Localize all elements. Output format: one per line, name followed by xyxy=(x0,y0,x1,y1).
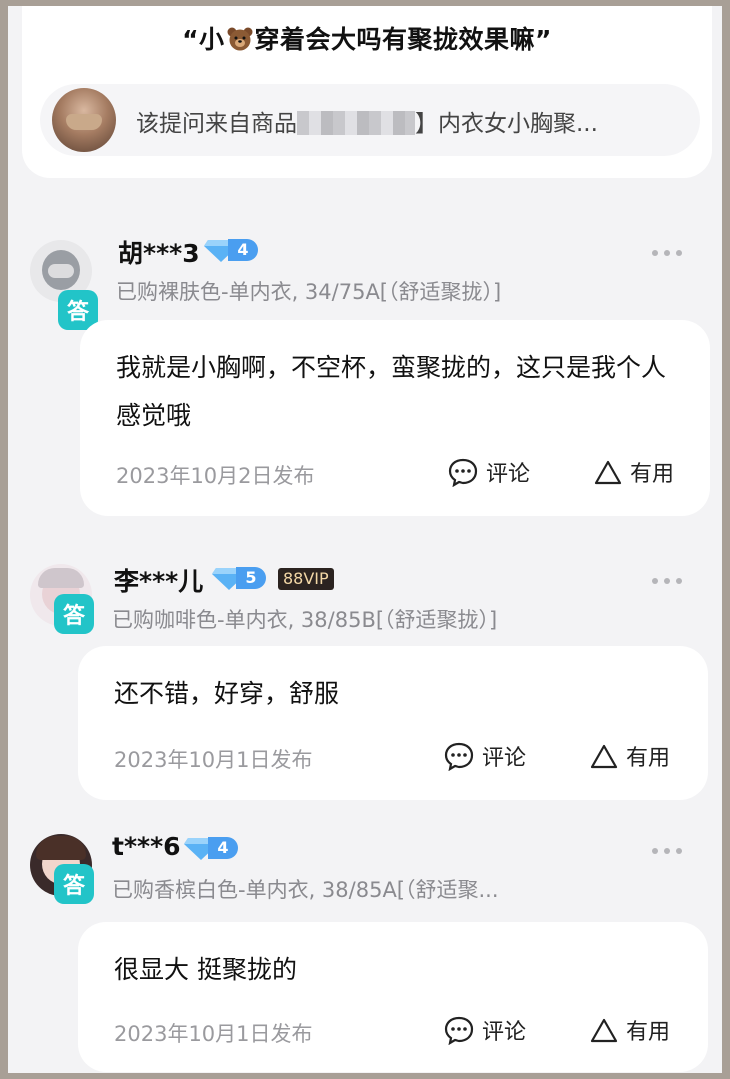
bear-face-icon xyxy=(227,27,252,51)
post-date: 2023年10月1日发布 xyxy=(114,748,313,772)
comment-button[interactable]: 评论 xyxy=(444,1014,526,1046)
comment-icon xyxy=(448,458,478,488)
more-options-icon[interactable] xyxy=(652,848,684,856)
purchase-info: 已购咖啡色-单内衣, 38/85B[（舒适聚拢）] xyxy=(112,608,498,632)
comment-label: 评论 xyxy=(482,1020,527,1045)
useful-label: 有用 xyxy=(626,746,671,771)
answer-text: 我就是小胸啊，不空杯，蛮聚拢的，这只是我个人感觉哦 xyxy=(116,353,667,430)
triangle-icon xyxy=(594,460,622,485)
question-card: “小 穿着会大吗有聚拢效果嘛” 该提问来自商品 】内衣女小胸聚... xyxy=(22,6,712,178)
purchase-info: 已购香槟白色-单内衣, 38/85A[（舒适聚... xyxy=(112,878,499,902)
more-options-icon[interactable] xyxy=(652,578,684,586)
level-number: 4 xyxy=(228,239,258,261)
username[interactable]: 李***儿 xyxy=(114,562,203,598)
blurred-product-name xyxy=(297,111,415,135)
question-title-prefix: “小 xyxy=(182,25,225,54)
answer-text: 还不错，好穿，舒服 xyxy=(114,679,340,708)
answer-badge: 答 xyxy=(54,864,94,904)
comment-icon xyxy=(444,1016,474,1046)
source-prefix: 该提问来自商品 xyxy=(136,111,297,137)
level-badge: 5 xyxy=(212,566,268,590)
comment-icon xyxy=(444,742,474,772)
useful-label: 有用 xyxy=(626,1020,671,1045)
product-source-link[interactable]: 该提问来自商品 】内衣女小胸聚... xyxy=(40,84,700,156)
username[interactable]: 胡***3 xyxy=(118,234,200,270)
question-title-suffix: 穿着会大吗有聚拢效果嘛” xyxy=(254,25,552,54)
more-options-icon[interactable] xyxy=(652,250,684,258)
answer-bubble: 还不错，好穿，舒服 2023年10月1日发布 评论 有用 xyxy=(78,646,708,800)
triangle-icon xyxy=(590,1018,618,1043)
source-suffix: 】内衣女小胸聚... xyxy=(415,111,598,137)
answer-text: 很显大 挺聚拢的 xyxy=(114,955,297,984)
answer-bubble: 很显大 挺聚拢的 2023年10月1日发布 评论 有用 xyxy=(78,922,708,1072)
product-source-text: 该提问来自商品 】内衣女小胸聚... xyxy=(136,104,598,138)
level-number: 5 xyxy=(236,567,266,589)
answers-list: 答 胡***3 4 已购裸肤色-单内衣, 34/75A[（舒适聚拢）] 我就是小… xyxy=(8,206,722,1073)
level-badge: 4 xyxy=(184,836,240,860)
useful-button[interactable]: 有用 xyxy=(594,456,674,488)
answer-bubble: 我就是小胸啊，不空杯，蛮聚拢的，这只是我个人感觉哦 2023年10月2日发布 评… xyxy=(80,320,710,516)
triangle-icon xyxy=(590,744,618,769)
level-number: 4 xyxy=(208,837,238,859)
question-title: “小 穿着会大吗有聚拢效果嘛” xyxy=(22,20,712,56)
post-date: 2023年10月1日发布 xyxy=(114,1022,313,1046)
purchase-info: 已购裸肤色-单内衣, 34/75A[（舒适聚拢）] xyxy=(116,280,502,304)
comment-button[interactable]: 评论 xyxy=(448,456,530,488)
post-date: 2023年10月2日发布 xyxy=(116,464,315,488)
screen-frame: “小 穿着会大吗有聚拢效果嘛” 该提问来自商品 】内衣女小胸聚... 答 胡***3… xyxy=(8,6,722,1073)
username[interactable]: t***6 xyxy=(112,832,181,861)
comment-button[interactable]: 评论 xyxy=(444,740,526,772)
useful-label: 有用 xyxy=(630,462,675,487)
vip-badge: 88VIP xyxy=(278,568,334,590)
product-thumbnail xyxy=(52,88,116,152)
useful-button[interactable]: 有用 xyxy=(590,1014,670,1046)
useful-button[interactable]: 有用 xyxy=(590,740,670,772)
comment-label: 评论 xyxy=(482,746,527,771)
comment-label: 评论 xyxy=(486,462,531,487)
answer-badge: 答 xyxy=(54,594,94,634)
level-badge: 4 xyxy=(204,238,260,262)
